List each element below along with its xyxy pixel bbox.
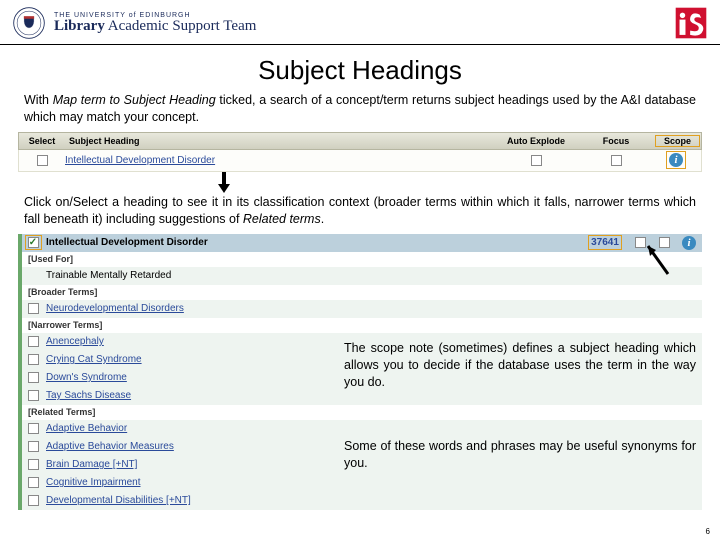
list-item: Neurodevelopmental Disorders [18, 300, 702, 318]
ae-cell [491, 155, 581, 166]
page-number: 6 [706, 527, 710, 536]
section-related: [Related Terms] [18, 405, 702, 420]
select-cell [19, 155, 65, 166]
checkbox-checked-icon[interactable] [28, 237, 39, 248]
context-paragraph: Click on/Select a heading to see it in i… [24, 194, 696, 228]
scope-note-paragraph: The scope note (sometimes) defines a sub… [344, 340, 696, 391]
is-logo-icon [674, 6, 708, 40]
db1-data-row: Intellectual Development Disorder i [18, 150, 702, 172]
term-link[interactable]: Adaptive Behavior [44, 423, 702, 434]
section-narrower: [Narrower Terms] [18, 318, 702, 333]
term-label: Trainable Mentally Retarded [44, 270, 702, 281]
list-item: Developmental Disabilities [+NT] [18, 492, 702, 510]
col-focus: Focus [581, 136, 651, 146]
checkbox-icon[interactable] [28, 303, 39, 314]
university-crest-icon [12, 6, 46, 40]
section-broader: [Broader Terms] [18, 285, 702, 300]
arrow-down-icon [218, 172, 228, 194]
info-icon[interactable]: i [682, 236, 696, 250]
col-subject-heading: Subject Heading [65, 136, 491, 146]
section-used-for: [Used For] [18, 252, 702, 267]
term-link[interactable]: Cognitive Impairment [44, 477, 702, 488]
intro-paragraph: With Map term to Subject Heading ticked,… [24, 92, 696, 126]
highlight-hits: 37641 [588, 235, 622, 250]
checkbox-icon[interactable] [28, 441, 39, 452]
list-item: Adaptive Behavior [18, 420, 702, 438]
checkbox-icon[interactable] [28, 477, 39, 488]
slide-title: Subject Headings [0, 55, 720, 86]
checkbox-icon[interactable] [531, 155, 542, 166]
highlight-info: i [666, 151, 686, 169]
focus-cell [581, 155, 651, 166]
col-scope: Scope [651, 135, 701, 147]
hits-count[interactable]: 37641 [582, 235, 628, 250]
main-term-label: Intellectual Development Disorder [44, 237, 582, 248]
checkbox-icon[interactable] [28, 495, 39, 506]
term-link[interactable]: Neurodevelopmental Disorders [44, 303, 702, 314]
checkbox-icon[interactable] [28, 390, 39, 401]
checkbox-icon[interactable] [28, 372, 39, 383]
highlight-checked [25, 235, 42, 250]
arrow-diagonal-icon [638, 240, 678, 280]
checkbox-icon[interactable] [611, 155, 622, 166]
synonyms-note-paragraph: Some of these words and phrases may be u… [344, 438, 696, 472]
list-item: Cognitive Impairment [18, 474, 702, 492]
subject-heading-link[interactable]: Intellectual Development Disorder [65, 155, 215, 166]
highlight-scope: Scope [655, 135, 700, 147]
team-name: Library Academic Support Team [54, 19, 256, 34]
sh-cell: Intellectual Development Disorder [65, 155, 491, 166]
list-item: Trainable Mentally Retarded [18, 267, 702, 285]
brand-block: THE UNIVERSITY of EDINBURGH Library Acad… [12, 6, 256, 40]
col-auto-explode: Auto Explode [491, 136, 581, 146]
term-link[interactable]: Developmental Disabilities [+NT] [44, 495, 702, 506]
info-icon[interactable]: i [669, 153, 683, 167]
checkbox-icon[interactable] [28, 423, 39, 434]
brand-text: THE UNIVERSITY of EDINBURGH Library Acad… [54, 12, 256, 34]
checkbox-icon[interactable] [28, 354, 39, 365]
checkbox-icon[interactable] [37, 155, 48, 166]
col-select: Select [19, 136, 65, 146]
slide-header: THE UNIVERSITY of EDINBURGH Library Acad… [0, 0, 720, 45]
term-link[interactable]: Tay Sachs Disease [44, 390, 702, 401]
checkbox-icon[interactable] [28, 459, 39, 470]
checkbox-icon[interactable] [28, 336, 39, 347]
db-screenshot-1: Select Subject Heading Auto Explode Focu… [18, 132, 702, 172]
db1-header-row: Select Subject Heading Auto Explode Focu… [18, 132, 702, 150]
scope-cell: i [651, 151, 701, 169]
db2-main-row: Intellectual Development Disorder 37641 … [18, 234, 702, 252]
